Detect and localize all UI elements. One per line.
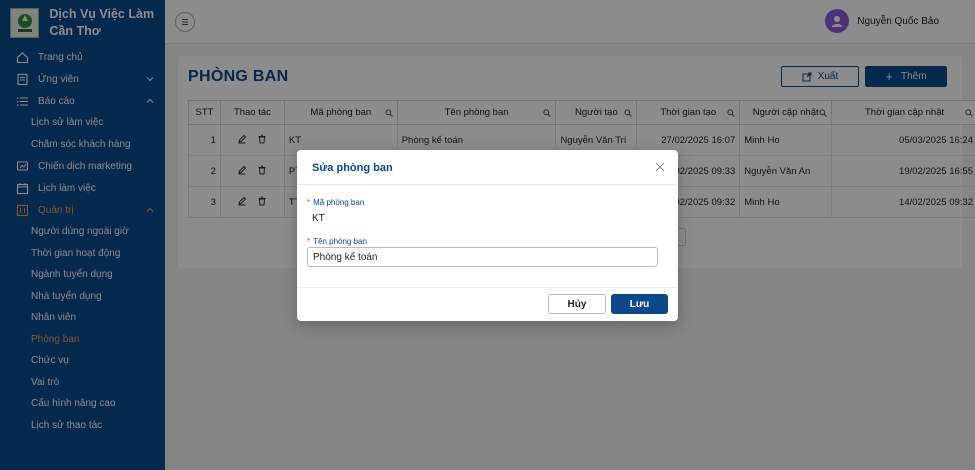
edit-department-modal: Sửa phòng ban * Mã phòng ban KT * Tên phòn… — [297, 150, 678, 321]
divider — [297, 184, 678, 185]
required-marker: * — [307, 237, 311, 246]
required-marker: * — [307, 198, 311, 207]
name-label-text: Tên phòng ban — [313, 237, 367, 246]
divider — [297, 287, 678, 288]
cancel-button[interactable]: Hủy — [548, 294, 606, 314]
name-label: * Tên phòng ban — [307, 237, 367, 246]
code-value: KT — [312, 213, 325, 224]
modal-title: Sửa phòng ban — [312, 162, 393, 174]
code-label-text: Mã phòng ban — [313, 198, 365, 207]
close-icon[interactable] — [654, 161, 666, 173]
department-name-input[interactable] — [307, 247, 658, 267]
app: Dịch Vụ Việc Làm Cần Thơ Trang chủ Ứng v… — [0, 0, 975, 470]
save-button[interactable]: Lưu — [611, 294, 668, 314]
code-label: * Mã phòng ban — [307, 198, 364, 207]
